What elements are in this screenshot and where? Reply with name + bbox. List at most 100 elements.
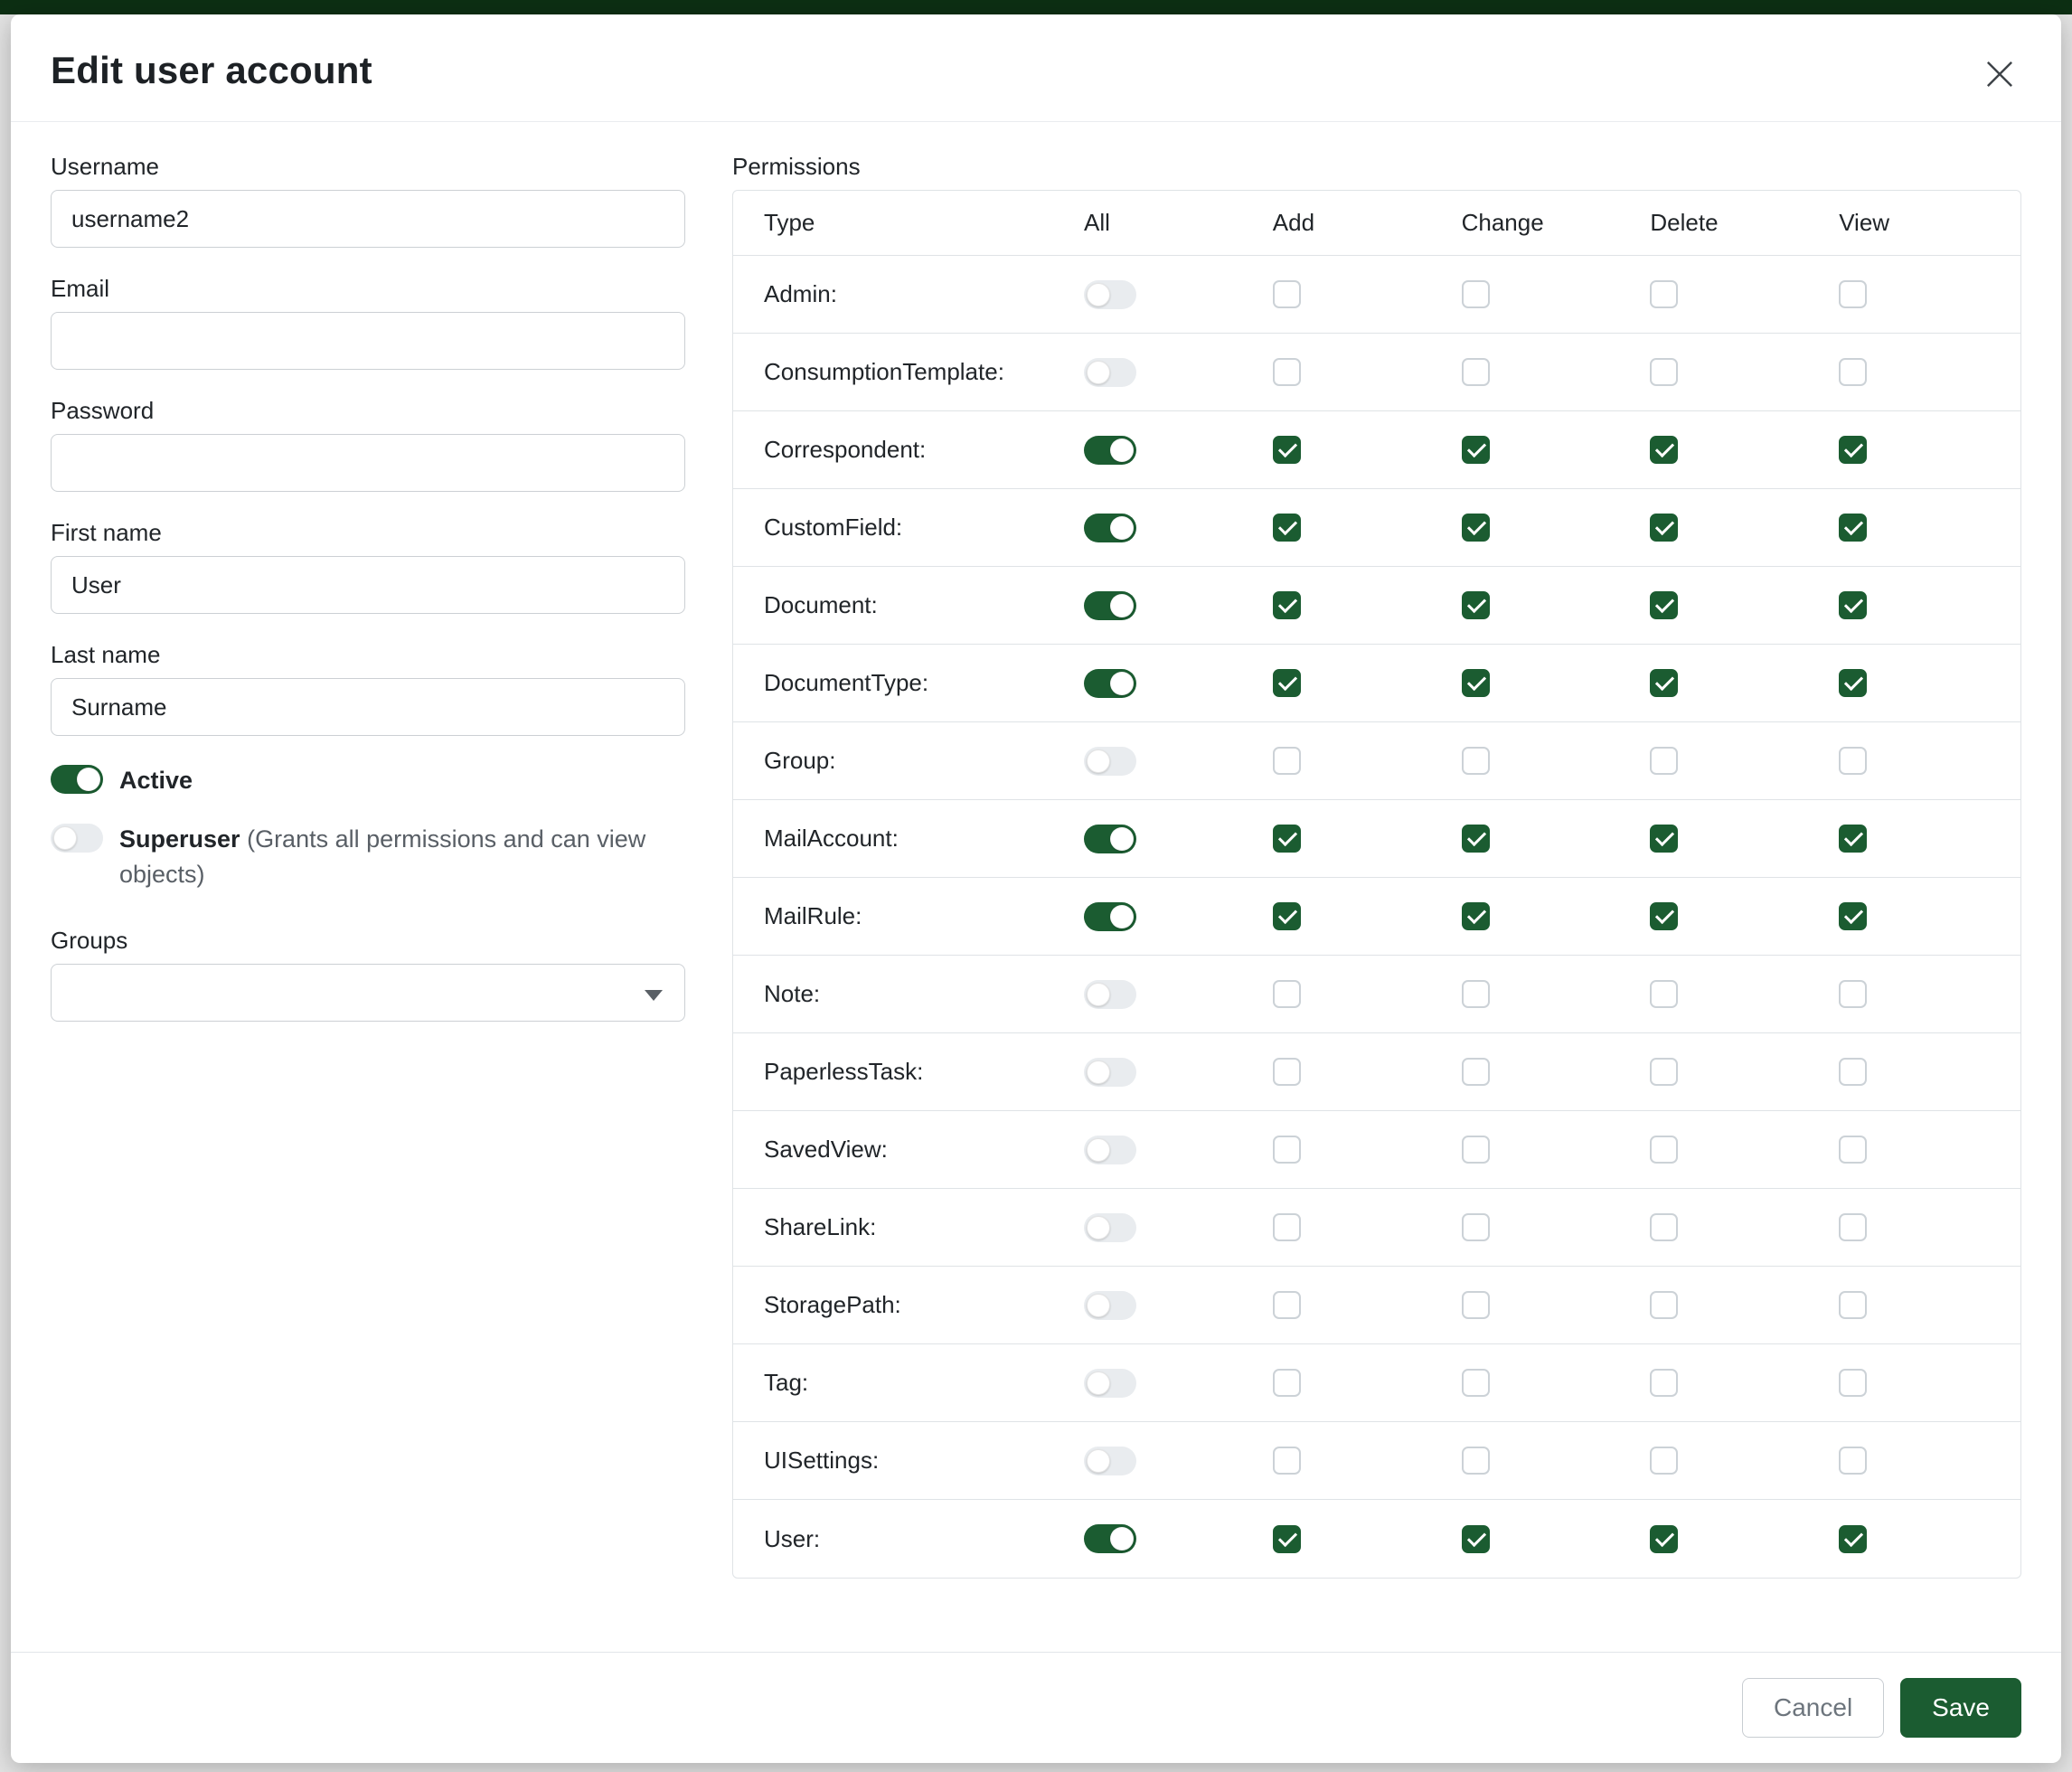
perm-change-checkbox[interactable] <box>1462 1525 1490 1553</box>
perm-all-toggle[interactable] <box>1084 1291 1136 1320</box>
perm-add-checkbox[interactable] <box>1273 1136 1301 1164</box>
perm-delete-checkbox[interactable] <box>1650 1525 1678 1553</box>
perm-change-checkbox[interactable] <box>1462 669 1490 697</box>
perm-add-checkbox[interactable] <box>1273 280 1301 308</box>
perm-all-toggle[interactable] <box>1084 514 1136 542</box>
email-input[interactable] <box>51 312 685 370</box>
perm-delete-checkbox[interactable] <box>1650 436 1678 464</box>
perm-view-checkbox[interactable] <box>1839 358 1867 386</box>
perm-add-checkbox[interactable] <box>1273 669 1301 697</box>
perm-delete-checkbox[interactable] <box>1650 1291 1678 1319</box>
perm-all-toggle[interactable] <box>1084 980 1136 1009</box>
perm-add-checkbox[interactable] <box>1273 591 1301 619</box>
perm-view-checkbox[interactable] <box>1839 1525 1867 1553</box>
last-name-input[interactable] <box>51 678 685 736</box>
perm-change-checkbox[interactable] <box>1462 747 1490 775</box>
perm-change-checkbox[interactable] <box>1462 902 1490 930</box>
perm-view-checkbox[interactable] <box>1839 669 1867 697</box>
save-button[interactable]: Save <box>1900 1678 2021 1738</box>
perm-change-checkbox[interactable] <box>1462 591 1490 619</box>
perm-all-toggle[interactable] <box>1084 1524 1136 1553</box>
perm-change-checkbox[interactable] <box>1462 280 1490 308</box>
perm-change-checkbox[interactable] <box>1462 825 1490 853</box>
perm-all-toggle[interactable] <box>1084 747 1136 776</box>
perm-change-checkbox[interactable] <box>1462 1136 1490 1164</box>
perm-all-toggle[interactable] <box>1084 902 1136 931</box>
perm-delete-checkbox[interactable] <box>1650 514 1678 542</box>
perm-delete-checkbox[interactable] <box>1650 280 1678 308</box>
permission-cell-change <box>1455 1369 1643 1397</box>
first-name-group: First name <box>51 519 685 614</box>
perm-delete-checkbox[interactable] <box>1650 980 1678 1008</box>
perm-view-checkbox[interactable] <box>1839 514 1867 542</box>
perm-add-checkbox[interactable] <box>1273 1058 1301 1086</box>
perm-add-checkbox[interactable] <box>1273 514 1301 542</box>
perm-change-checkbox[interactable] <box>1462 1213 1490 1241</box>
perm-change-checkbox[interactable] <box>1462 1447 1490 1475</box>
perm-delete-checkbox[interactable] <box>1650 902 1678 930</box>
perm-delete-checkbox[interactable] <box>1650 669 1678 697</box>
perm-all-toggle[interactable] <box>1084 591 1136 620</box>
perm-add-checkbox[interactable] <box>1273 358 1301 386</box>
perm-view-checkbox[interactable] <box>1839 980 1867 1008</box>
perm-view-checkbox[interactable] <box>1839 1213 1867 1241</box>
perm-add-checkbox[interactable] <box>1273 436 1301 464</box>
perm-view-checkbox[interactable] <box>1839 1369 1867 1397</box>
password-input[interactable] <box>51 434 685 492</box>
perm-change-checkbox[interactable] <box>1462 1369 1490 1397</box>
perm-all-toggle[interactable] <box>1084 1447 1136 1475</box>
perm-delete-checkbox[interactable] <box>1650 1058 1678 1086</box>
perm-view-checkbox[interactable] <box>1839 902 1867 930</box>
perm-view-checkbox[interactable] <box>1839 280 1867 308</box>
active-toggle[interactable] <box>51 765 103 794</box>
perm-add-checkbox[interactable] <box>1273 902 1301 930</box>
perm-view-checkbox[interactable] <box>1839 1058 1867 1086</box>
perm-delete-checkbox[interactable] <box>1650 591 1678 619</box>
permission-type-label: MailRule: <box>733 902 1077 930</box>
perm-delete-checkbox[interactable] <box>1650 1447 1678 1475</box>
perm-all-toggle[interactable] <box>1084 669 1136 698</box>
superuser-toggle[interactable] <box>51 824 103 853</box>
perm-change-checkbox[interactable] <box>1462 514 1490 542</box>
perm-view-checkbox[interactable] <box>1839 747 1867 775</box>
perm-delete-checkbox[interactable] <box>1650 1136 1678 1164</box>
perm-add-checkbox[interactable] <box>1273 980 1301 1008</box>
perm-view-checkbox[interactable] <box>1839 591 1867 619</box>
first-name-input[interactable] <box>51 556 685 614</box>
perm-add-checkbox[interactable] <box>1273 825 1301 853</box>
perm-all-toggle[interactable] <box>1084 1369 1136 1398</box>
perm-add-checkbox[interactable] <box>1273 1525 1301 1553</box>
perm-change-checkbox[interactable] <box>1462 358 1490 386</box>
perm-add-checkbox[interactable] <box>1273 1369 1301 1397</box>
perm-all-toggle[interactable] <box>1084 825 1136 853</box>
username-input[interactable] <box>51 190 685 248</box>
perm-add-checkbox[interactable] <box>1273 1291 1301 1319</box>
perm-delete-checkbox[interactable] <box>1650 1369 1678 1397</box>
close-button[interactable] <box>1974 49 2025 99</box>
perm-all-toggle[interactable] <box>1084 358 1136 387</box>
cancel-button[interactable]: Cancel <box>1742 1678 1884 1738</box>
perm-add-checkbox[interactable] <box>1273 747 1301 775</box>
perm-change-checkbox[interactable] <box>1462 980 1490 1008</box>
perm-view-checkbox[interactable] <box>1839 436 1867 464</box>
perm-add-checkbox[interactable] <box>1273 1447 1301 1475</box>
perm-view-checkbox[interactable] <box>1839 1136 1867 1164</box>
perm-delete-checkbox[interactable] <box>1650 358 1678 386</box>
perm-delete-checkbox[interactable] <box>1650 747 1678 775</box>
groups-select[interactable] <box>51 964 685 1022</box>
perm-change-checkbox[interactable] <box>1462 436 1490 464</box>
perm-all-toggle[interactable] <box>1084 1213 1136 1242</box>
perm-change-checkbox[interactable] <box>1462 1291 1490 1319</box>
perm-all-toggle[interactable] <box>1084 436 1136 465</box>
perm-all-toggle[interactable] <box>1084 1136 1136 1164</box>
perm-delete-checkbox[interactable] <box>1650 825 1678 853</box>
perm-delete-checkbox[interactable] <box>1650 1213 1678 1241</box>
perm-change-checkbox[interactable] <box>1462 1058 1490 1086</box>
perm-view-checkbox[interactable] <box>1839 1447 1867 1475</box>
perm-view-checkbox[interactable] <box>1839 825 1867 853</box>
perm-all-toggle[interactable] <box>1084 280 1136 309</box>
perm-all-toggle[interactable] <box>1084 1058 1136 1087</box>
permission-cell-delete <box>1643 747 1832 775</box>
perm-view-checkbox[interactable] <box>1839 1291 1867 1319</box>
perm-add-checkbox[interactable] <box>1273 1213 1301 1241</box>
